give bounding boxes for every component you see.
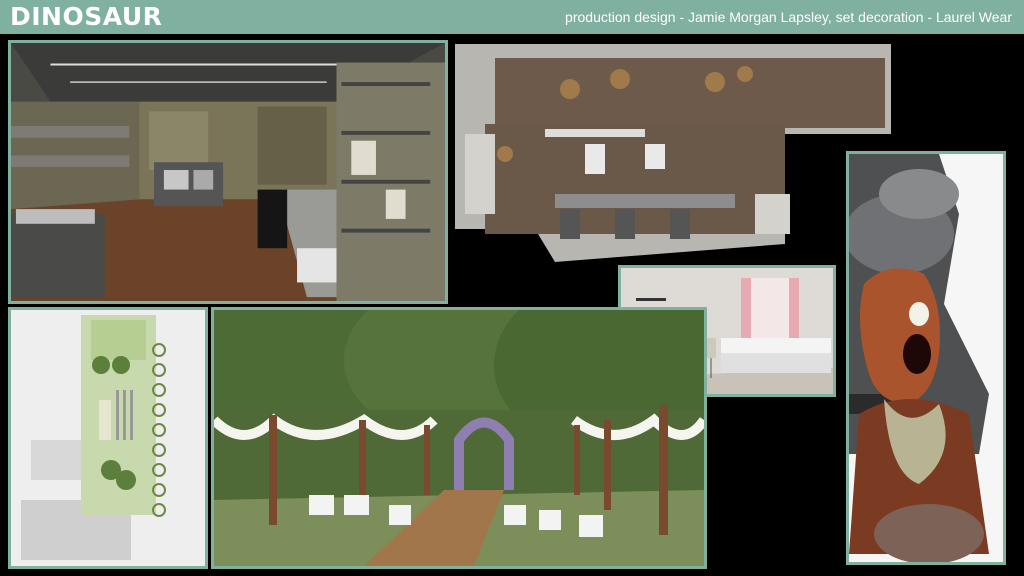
outdoor-ceremony-rendering [211,307,707,569]
zombie-poster-art [846,151,1006,565]
credits-text: production design - Jamie Morgan Lapsley… [565,9,1012,25]
office-interior-sketch [8,40,448,304]
page-title: DINOSAUR [10,2,163,31]
warehouse-floor-plan [455,44,891,262]
garden-site-plan [8,307,208,569]
header-bar: DINOSAUR production design - Jamie Morga… [0,0,1024,34]
